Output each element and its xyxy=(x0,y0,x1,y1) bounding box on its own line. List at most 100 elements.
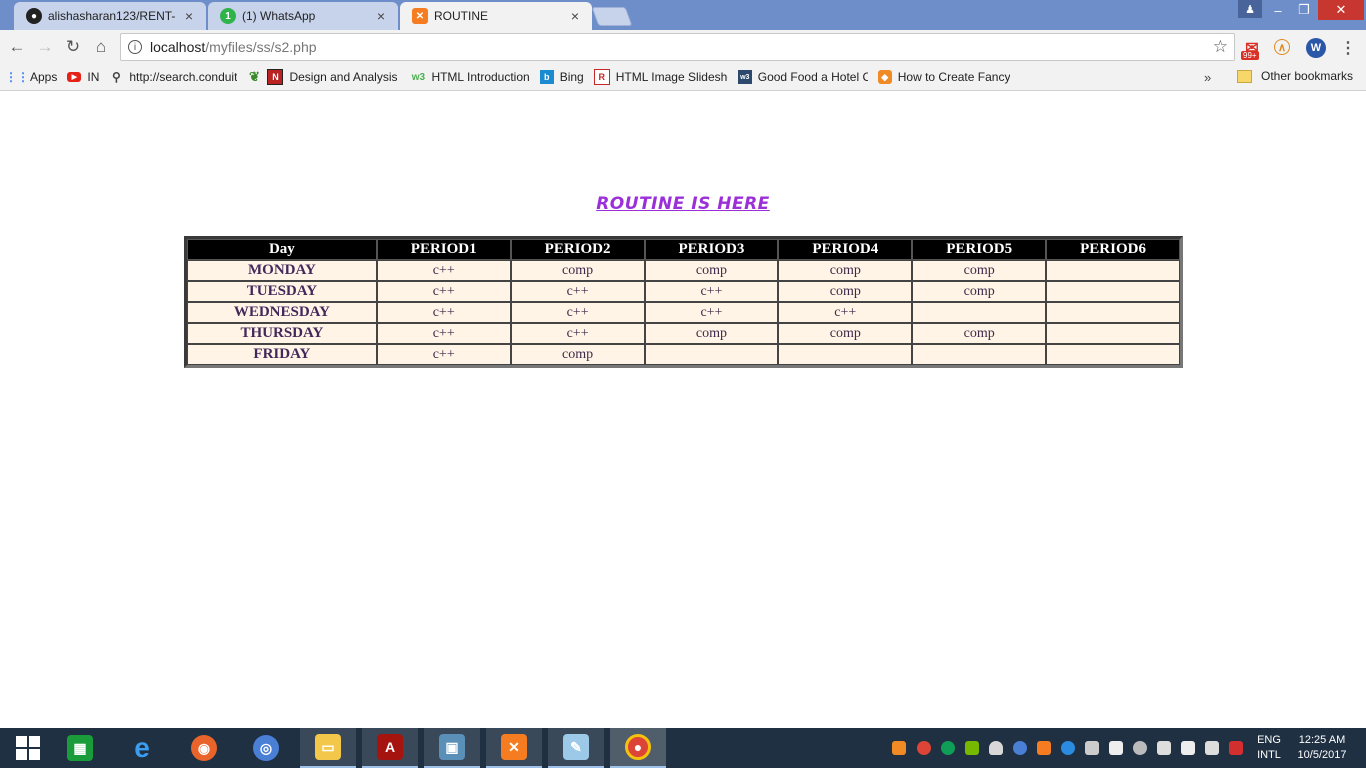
tray-chrome-icon[interactable] xyxy=(941,741,955,755)
home-button[interactable]: ⌂ xyxy=(90,36,112,58)
chrome-icon: ● xyxy=(625,734,651,760)
clock-time: 12:25 AM xyxy=(1298,734,1346,746)
battery-icon[interactable] xyxy=(1205,741,1219,755)
wifi-icon[interactable] xyxy=(1157,741,1171,755)
language-indicator[interactable]: ENG INTL xyxy=(1250,734,1288,761)
wordpress-extension-icon[interactable]: W xyxy=(1306,38,1326,58)
period-cell: c++ xyxy=(778,302,913,323)
taskbar-ie[interactable]: e xyxy=(114,728,170,768)
page-heading: ROUTINE IS HERE xyxy=(596,194,770,214)
search-icon: ⚲ xyxy=(111,70,121,84)
column-header: PERIOD6 xyxy=(1046,239,1180,260)
nvidia-icon[interactable] xyxy=(965,741,979,755)
period-cell xyxy=(1046,281,1180,302)
period-cell: c++ xyxy=(376,302,511,323)
tab-github[interactable]: ● alishasharan123/RENT-IT × xyxy=(14,2,206,30)
url-text: localhost/myfiles/ss/s2.php xyxy=(150,39,1213,55)
bookmark-html-intro[interactable]: w3 HTML Introduction xyxy=(411,70,530,84)
bookmark-star-icon[interactable]: ☆ xyxy=(1213,37,1228,57)
period-cell: comp xyxy=(778,281,913,302)
window-close-button[interactable]: ✕ xyxy=(1318,0,1364,20)
period-cell xyxy=(912,302,1047,323)
tray-network-off-icon[interactable] xyxy=(1133,741,1147,755)
profile-icon[interactable]: ♟ xyxy=(1238,0,1262,18)
bookmark-label: http://search.conduit xyxy=(129,70,238,84)
bookmark-label: Design and Analysis o xyxy=(289,70,402,84)
period-cell xyxy=(1046,323,1180,344)
period-cell xyxy=(778,344,913,365)
table-header-row: Day PERIOD1 PERIOD2 PERIOD3 PERIOD4 PERI… xyxy=(187,239,1180,260)
reload-button[interactable]: ↻ xyxy=(62,36,84,58)
tray-flag-icon[interactable] xyxy=(1109,741,1123,755)
bookmark-label: Good Food a Hotel C xyxy=(757,70,868,84)
cube-icon: ◆ xyxy=(877,70,892,84)
bing-icon: b xyxy=(539,70,554,84)
taskbar-firefox[interactable]: ◉ xyxy=(176,728,232,768)
windows-taskbar: ▦ e ◉ ◎ ▭ A ▣ ✕ ✎ ● ENG INTL 12:25 AM 10… xyxy=(0,728,1366,768)
address-bar[interactable]: i localhost/myfiles/ss/s2.php ☆ xyxy=(120,33,1235,61)
tray-chrome-icon[interactable] xyxy=(917,741,931,755)
period-cell xyxy=(1046,302,1180,323)
period-cell: comp xyxy=(510,344,645,365)
back-button[interactable]: ← xyxy=(6,36,28,58)
bookmark-good-food[interactable]: w3 Good Food a Hotel C xyxy=(737,70,868,84)
close-icon[interactable]: × xyxy=(182,8,196,24)
tray-app-icon[interactable] xyxy=(892,741,906,755)
day-cell: THURSDAY xyxy=(187,323,377,344)
bookmark-image-slideshow[interactable]: R HTML Image Slidesho xyxy=(593,69,728,85)
tray-tool-icon[interactable] xyxy=(1085,741,1099,755)
tray-compass-icon[interactable] xyxy=(1061,741,1075,755)
column-header: PERIOD3 xyxy=(644,239,779,260)
taskbar-store[interactable]: ▦ xyxy=(52,728,108,768)
start-button[interactable] xyxy=(0,728,56,768)
tray-xampp-icon[interactable] xyxy=(1037,741,1051,755)
info-icon[interactable]: i xyxy=(128,40,142,54)
other-bookmarks[interactable]: Other bookmarks xyxy=(1237,69,1353,83)
restore-button[interactable]: ❐ xyxy=(1290,0,1318,20)
internet-explorer-icon: e xyxy=(134,732,150,763)
close-icon[interactable]: × xyxy=(568,8,582,24)
bookmark-design-analysis[interactable]: ❦ N Design and Analysis o xyxy=(247,69,401,85)
period-cell: comp xyxy=(912,281,1047,302)
windows-logo-icon xyxy=(16,736,40,760)
bookmark-bing[interactable]: b Bing xyxy=(539,70,584,84)
readme-icon: R xyxy=(593,69,610,85)
table-row: FRIDAY c++ comp xyxy=(187,344,1180,365)
tab-routine[interactable]: ✕ ROUTINE × xyxy=(400,2,592,30)
table-row: WEDNESDAY c++ c++ c++ c++ xyxy=(187,302,1180,323)
column-header: PERIOD4 xyxy=(778,239,913,260)
whatsapp-icon: 1 xyxy=(220,8,236,24)
column-header: PERIOD1 xyxy=(376,239,511,260)
taskbar-notepad[interactable]: ✎ xyxy=(548,728,604,768)
taskbar-file-explorer[interactable]: ▭ xyxy=(300,728,356,768)
menu-icon[interactable]: ⋮ xyxy=(1338,38,1358,58)
language-code: ENG xyxy=(1257,734,1281,746)
clock[interactable]: 12:25 AM 10/5/2017 xyxy=(1292,734,1352,761)
taskbar-chromium[interactable]: ◎ xyxy=(238,728,294,768)
w3-green-icon: w3 xyxy=(411,71,426,83)
firefox-icon: ◉ xyxy=(191,735,217,761)
column-header: Day xyxy=(187,239,377,260)
taskbar-xampp[interactable]: ✕ xyxy=(486,728,542,768)
minimize-button[interactable]: – xyxy=(1264,0,1292,20)
bookmarks-overflow-button[interactable]: » xyxy=(1204,70,1211,85)
bookmark-in[interactable]: ▶ IN xyxy=(67,70,99,84)
tray-q-icon[interactable] xyxy=(1229,741,1243,755)
tab-whatsapp[interactable]: 1 (1) WhatsApp × xyxy=(208,2,398,30)
bookmark-apps[interactable]: ⋮⋮ Apps xyxy=(5,70,57,84)
bookmark-fancy[interactable]: ◆ How to Create Fancy xyxy=(877,70,1010,84)
close-icon[interactable]: × xyxy=(374,8,388,24)
bookmark-label: IN xyxy=(87,70,100,84)
forward-button[interactable]: → xyxy=(34,36,56,58)
tray-chromium-icon[interactable] xyxy=(1013,741,1027,755)
bookmark-conduit[interactable]: ⚲ http://search.conduit xyxy=(109,70,237,84)
taskbar-acrobat[interactable]: A xyxy=(362,728,418,768)
extension-icon[interactable]: ∧ xyxy=(1274,39,1290,55)
bookmark-label: HTML Introduction xyxy=(431,70,530,84)
day-cell: MONDAY xyxy=(187,260,377,281)
new-tab-button[interactable] xyxy=(591,7,633,26)
taskbar-photos[interactable]: ▣ xyxy=(424,728,480,768)
volume-icon[interactable] xyxy=(1181,741,1195,755)
taskbar-chrome[interactable]: ● xyxy=(610,728,666,768)
onedrive-icon[interactable] xyxy=(989,741,1003,755)
